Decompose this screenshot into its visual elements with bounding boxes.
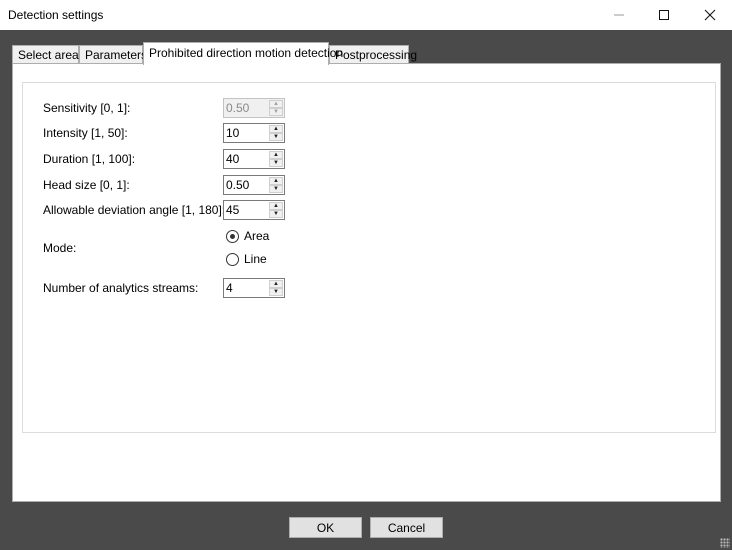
deviation-angle-label: Allowable deviation angle [1, 180]: xyxy=(43,203,226,217)
head-size-value[interactable]: 0.50 xyxy=(226,178,249,192)
intensity-label: Intensity [1, 50]: xyxy=(43,126,128,140)
head-size-label: Head size [0, 1]: xyxy=(43,178,130,192)
deviation-angle-value[interactable]: 45 xyxy=(226,203,239,217)
sensitivity-spinner: 0.50 ▲ ▼ xyxy=(223,98,285,118)
analytics-streams-value[interactable]: 4 xyxy=(226,281,233,295)
mode-label: Mode: xyxy=(43,241,77,255)
tab-strip: Select area Parameters Prohibited direct… xyxy=(12,42,712,65)
spin-up-icon[interactable]: ▲ xyxy=(269,151,283,159)
sensitivity-value: 0.50 xyxy=(226,101,250,115)
cancel-button[interactable]: Cancel xyxy=(370,517,443,538)
tab-panel: Sensitivity [0, 1]: 0.50 ▲ ▼ Intensity [… xyxy=(12,63,721,502)
spin-down-icon[interactable]: ▼ xyxy=(269,210,283,218)
radio-checked-icon[interactable] xyxy=(226,229,239,243)
intensity-value[interactable]: 10 xyxy=(226,126,239,140)
resize-grip-icon[interactable] xyxy=(720,538,730,548)
ok-button[interactable]: OK xyxy=(289,517,362,538)
title-bar: Detection settings xyxy=(0,0,732,30)
intensity-spinner[interactable]: 10 ▲ ▼ xyxy=(223,123,285,143)
radio-unchecked-icon[interactable] xyxy=(226,252,239,266)
spin-down-icon[interactable]: ▼ xyxy=(269,185,283,193)
spin-up-icon[interactable]: ▲ xyxy=(269,177,283,185)
close-icon xyxy=(704,9,716,21)
mode-option-area[interactable]: Area xyxy=(226,229,269,243)
spin-up-icon[interactable]: ▲ xyxy=(269,202,283,210)
mode-option-line-label[interactable]: Line xyxy=(244,252,267,266)
duration-label: Duration [1, 100]: xyxy=(43,152,136,166)
tab-prohibited-direction-motion-detection[interactable]: Prohibited direction motion detection xyxy=(143,42,343,65)
spin-up-icon: ▲ xyxy=(269,100,283,108)
duration-value[interactable]: 40 xyxy=(226,152,239,166)
spin-down-icon[interactable]: ▼ xyxy=(269,133,283,141)
mode-option-line[interactable]: Line xyxy=(226,252,267,266)
maximize-icon xyxy=(659,10,669,20)
mode-option-area-label[interactable]: Area xyxy=(244,229,269,243)
maximize-button[interactable] xyxy=(641,0,687,30)
head-size-spinner[interactable]: 0.50 ▲ ▼ xyxy=(223,175,285,195)
spin-up-icon[interactable]: ▲ xyxy=(269,280,283,288)
tab-select-area[interactable]: Select area xyxy=(12,45,79,64)
duration-spinner[interactable]: 40 ▲ ▼ xyxy=(223,149,285,169)
tab-parameters[interactable]: Parameters xyxy=(79,45,147,64)
minimize-icon xyxy=(614,14,624,16)
spin-down-icon[interactable]: ▼ xyxy=(269,159,283,167)
window-title: Detection settings xyxy=(8,8,104,22)
analytics-streams-spinner[interactable]: 4 ▲ ▼ xyxy=(223,278,285,298)
minimize-button[interactable] xyxy=(596,0,642,30)
spin-up-icon[interactable]: ▲ xyxy=(269,125,283,133)
spin-down-icon: ▼ xyxy=(269,108,283,116)
sensitivity-label: Sensitivity [0, 1]: xyxy=(43,101,131,115)
spin-down-icon[interactable]: ▼ xyxy=(269,288,283,296)
deviation-angle-spinner[interactable]: 45 ▲ ▼ xyxy=(223,200,285,220)
settings-group: Sensitivity [0, 1]: 0.50 ▲ ▼ Intensity [… xyxy=(22,82,716,433)
close-button[interactable] xyxy=(687,0,732,30)
analytics-streams-label: Number of analytics streams: xyxy=(43,281,199,295)
